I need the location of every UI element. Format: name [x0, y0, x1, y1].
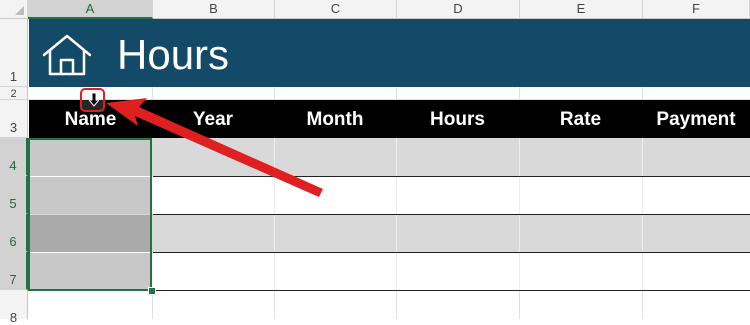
sheet-title: Hours	[117, 31, 230, 78]
column-header-b[interactable]: B	[153, 0, 275, 19]
row-header-8[interactable]: 8	[0, 290, 28, 325]
highlighted-cursor-box	[80, 88, 105, 112]
row-number: 8	[9, 310, 18, 325]
row-number: 5	[9, 196, 17, 211]
row-border	[153, 214, 750, 215]
header-rate[interactable]: Rate	[519, 100, 642, 138]
column-header-a[interactable]: A	[28, 0, 153, 19]
row-number: 6	[9, 234, 17, 249]
home-icon	[42, 34, 92, 76]
row-border	[153, 176, 750, 177]
row-number: 4	[9, 158, 17, 173]
header-hours[interactable]: Hours	[396, 100, 519, 138]
header-year[interactable]: Year	[152, 100, 274, 138]
title-banner: Hours	[29, 19, 750, 87]
row-header-6[interactable]: 6	[0, 214, 28, 252]
row-header-5[interactable]: 5	[0, 176, 28, 214]
select-all-corner[interactable]	[0, 0, 28, 19]
table-header-row: Name Year Month Hours Rate Payment	[29, 100, 750, 138]
column-header-e[interactable]: E	[520, 0, 643, 19]
header-month[interactable]: Month	[274, 100, 396, 138]
column-header-c[interactable]: C	[275, 0, 397, 19]
row-number: 2	[10, 88, 17, 100]
fill-handle[interactable]	[148, 287, 156, 295]
row-number: 7	[9, 272, 17, 287]
row-header-3[interactable]: 3	[0, 100, 28, 138]
row-header-1[interactable]: 1	[0, 19, 28, 87]
row-border	[153, 252, 750, 253]
row-header-4[interactable]: 4	[0, 138, 28, 176]
row-header-2[interactable]: 2	[0, 87, 28, 100]
select-down-arrow-icon	[89, 93, 99, 107]
select-all-triangle-icon	[15, 6, 24, 15]
column-header-d[interactable]: D	[397, 0, 520, 19]
row-header-7[interactable]: 7	[0, 252, 28, 290]
header-payment[interactable]: Payment	[642, 100, 750, 138]
row-number: 3	[9, 120, 18, 135]
row-number: 1	[9, 69, 18, 84]
selection-border	[28, 138, 152, 291]
column-header-f[interactable]: F	[643, 0, 750, 19]
row-border	[153, 290, 750, 291]
